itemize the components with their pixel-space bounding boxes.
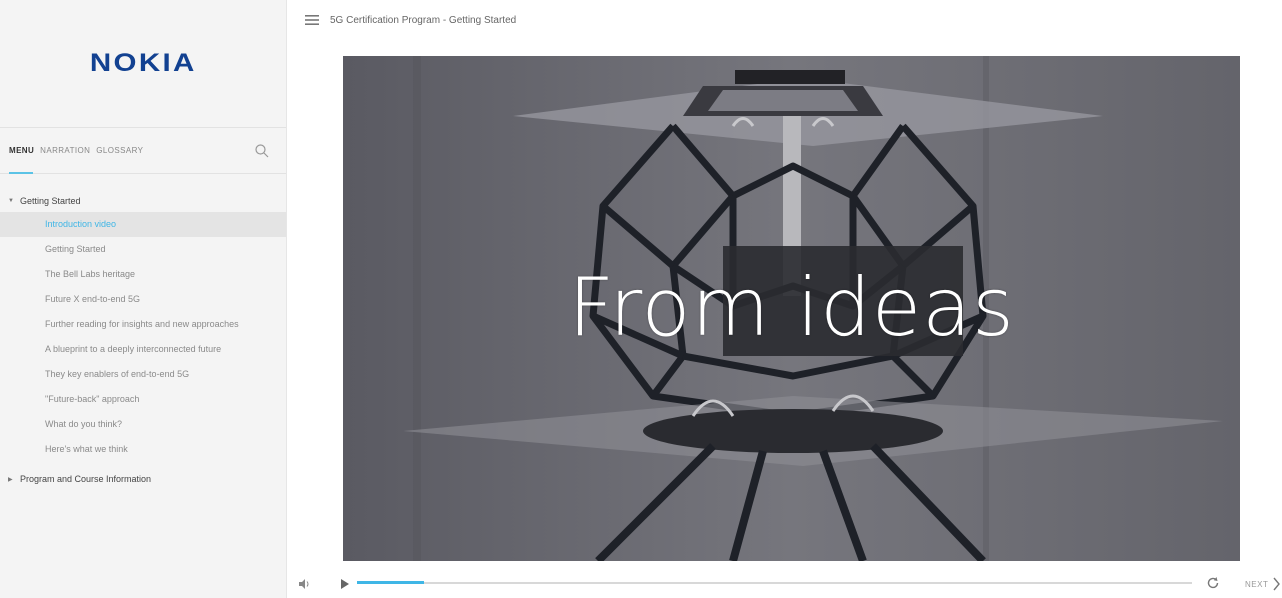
play-icon[interactable] — [339, 578, 351, 590]
tab-narration[interactable]: NARRATION — [40, 146, 90, 155]
menu-item-bell-labs-heritage[interactable]: The Bell Labs heritage — [0, 262, 286, 287]
menu-item-further-reading[interactable]: Further reading for insights and new app… — [0, 312, 286, 337]
menu-item-blueprint[interactable]: A blueprint to a deeply interconnected f… — [0, 337, 286, 362]
menu-item-what-we-think[interactable]: Here's what we think — [0, 437, 286, 462]
active-tab-indicator — [9, 172, 33, 174]
menu-item-key-enablers[interactable]: They key enablers of end-to-end 5G — [0, 362, 286, 387]
chevron-right-icon — [1273, 577, 1281, 591]
video-player[interactable]: From ideas — [343, 56, 1240, 561]
sidebar: NOKIA MENU NARRATION GLOSSARY ▼ Getting … — [0, 0, 287, 598]
tab-glossary[interactable]: GLOSSARY — [96, 146, 143, 155]
progress-fill — [357, 581, 424, 584]
search-icon[interactable] — [254, 143, 270, 159]
section-program-info[interactable]: ▶ Program and Course Information — [0, 468, 286, 490]
tab-menu[interactable]: MENU — [9, 146, 34, 155]
page-title: 5G Certification Program - Getting Start… — [330, 14, 517, 26]
menu-item-future-x[interactable]: Future X end-to-end 5G — [0, 287, 286, 312]
menu-item-what-do-you-think[interactable]: What do you think? — [0, 412, 286, 437]
menu-item-introduction-video[interactable]: Introduction video — [0, 212, 286, 237]
sidebar-tabs: MENU NARRATION GLOSSARY — [0, 128, 286, 174]
menu-item-future-back[interactable]: "Future-back" approach — [0, 387, 286, 412]
video-caption: From ideas — [568, 261, 1015, 354]
next-button[interactable]: NEXT — [1245, 574, 1281, 594]
volume-icon[interactable] — [298, 577, 312, 591]
caret-down-icon: ▼ — [8, 198, 14, 204]
hamburger-icon[interactable] — [297, 0, 327, 40]
logo-area: NOKIA — [0, 0, 286, 128]
menu-item-getting-started[interactable]: Getting Started — [0, 237, 286, 262]
menu-tree: ▼ Getting Started Introduction video Get… — [0, 174, 286, 490]
top-header: 5G Certification Program - Getting Start… — [287, 0, 1282, 40]
replay-icon[interactable] — [1205, 575, 1221, 591]
section-getting-started[interactable]: ▼ Getting Started — [0, 190, 286, 212]
next-label: NEXT — [1245, 579, 1269, 589]
caret-right-icon: ▶ — [8, 476, 13, 483]
progress-bar[interactable] — [357, 581, 1192, 584]
nokia-logo: NOKIA — [89, 49, 197, 77]
player-controls: NEXT — [287, 572, 1282, 598]
section-label: Getting Started — [20, 196, 81, 206]
section-label: Program and Course Information — [20, 474, 152, 484]
